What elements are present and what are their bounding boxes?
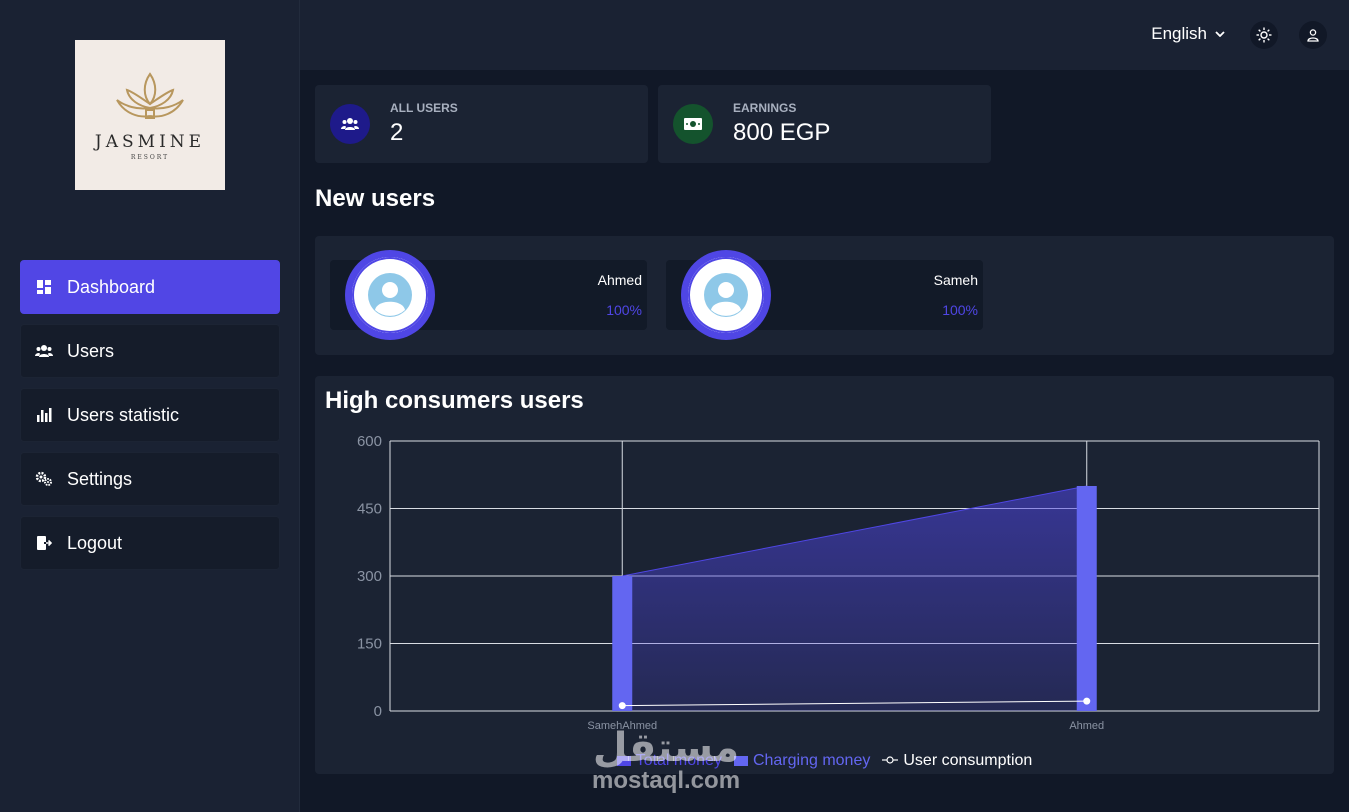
sidebar-nav: Dashboard Users Users statistic Settings… [20,260,280,580]
logout-icon [35,534,53,552]
stat-card-all-users: ALL USERS 2 [315,85,648,163]
y-tick-label: 300 [357,568,382,585]
bar-charging-money [1076,486,1097,711]
top-header: English [300,0,1349,70]
logo-title: JASMINE [94,131,206,152]
y-tick-label: 450 [357,501,382,518]
theme-toggle-button[interactable] [1250,21,1278,49]
legend-item[interactable]: Charging money [733,752,871,770]
user-percent: 100% [606,302,642,318]
money-icon [673,104,713,144]
new-users-panel: Ahmed 100% Sameh 100% [315,236,1334,355]
chart-legend: Total money Charging money User consumptio… [315,752,1334,770]
avatar [681,250,771,340]
profile-button[interactable] [1299,21,1327,49]
users-icon [35,342,53,360]
user-card[interactable]: Sameh 100% [666,250,983,340]
logo-subtitle: RESORT [130,153,170,161]
user-percent: 100% [942,302,978,318]
area-total-money [622,486,1087,711]
users-icon [330,104,370,144]
chevron-down-icon [1215,31,1225,37]
y-tick-label: 600 [357,433,382,450]
legend-swatch [733,756,748,766]
jasmine-resort-logo: JASMINE RESORT [75,40,225,190]
sidebar-item-label: Logout [67,532,123,553]
sidebar-item-label: Users statistic [67,404,180,425]
gears-icon [35,470,53,488]
new-users-title: New users [315,185,436,212]
sidebar-item-settings[interactable]: Settings [20,452,280,506]
stat-label: ALL USERS [390,101,458,115]
legend-label: Total money [635,752,722,769]
stat-card-earnings: EARNINGS 800 EGP [658,85,991,163]
lotus-logo-icon [116,71,184,119]
sun-icon [1256,27,1272,43]
sidebar-item-label: Users [67,340,115,361]
legend-label: User consumption [903,752,1033,769]
user-avatar-icon [368,273,412,317]
language-label: English [1151,24,1207,43]
sidebar-item-label: Settings [67,468,133,489]
user-icon [1307,29,1319,42]
high-consumers-chart-panel: High consumers users 0 150 300 450 600 SamehA… [315,376,1334,774]
sidebar-item-users-statistic[interactable]: Users statistic [20,388,280,442]
point-user-consumption [1083,697,1091,705]
bar-chart-icon [35,406,53,424]
sidebar-item-dashboard[interactable]: Dashboard [20,260,280,314]
user-name: Sameh [933,272,978,288]
sidebar-item-logout[interactable]: Logout [20,516,280,570]
legend-line-marker [882,752,899,770]
bar-charging-money [612,576,633,711]
stat-label: EARNINGS [733,101,797,115]
user-name: Ahmed [597,272,642,288]
sidebar-item-users[interactable]: Users [20,324,280,378]
user-card[interactable]: Ahmed 100% [330,250,647,340]
y-tick-label: 0 [374,703,382,720]
x-tick-label: Ahmed [1069,720,1104,732]
sidebar-item-label: Dashboard [67,276,156,297]
sidebar: JASMINE RESORT Dashboard Users Users sta… [0,0,300,812]
legend-swatch [616,756,631,766]
y-tick-label: 150 [357,636,382,653]
language-selector[interactable]: English [1151,24,1225,44]
dashboard-icon [35,278,53,296]
legend-label: Charging money [752,752,871,769]
stat-value: 2 [390,119,404,146]
stat-value: 800 EGP [733,119,831,146]
legend-item[interactable]: User consumption [882,752,1032,770]
user-avatar-icon [704,273,748,317]
legend-item[interactable]: Total money [616,752,722,770]
avatar [345,250,435,340]
high-consumers-chart: 0 150 300 450 600 SamehAhmed Ahmed [357,433,1320,732]
x-tick-label: SamehAhmed [587,720,657,732]
point-user-consumption [618,702,626,710]
